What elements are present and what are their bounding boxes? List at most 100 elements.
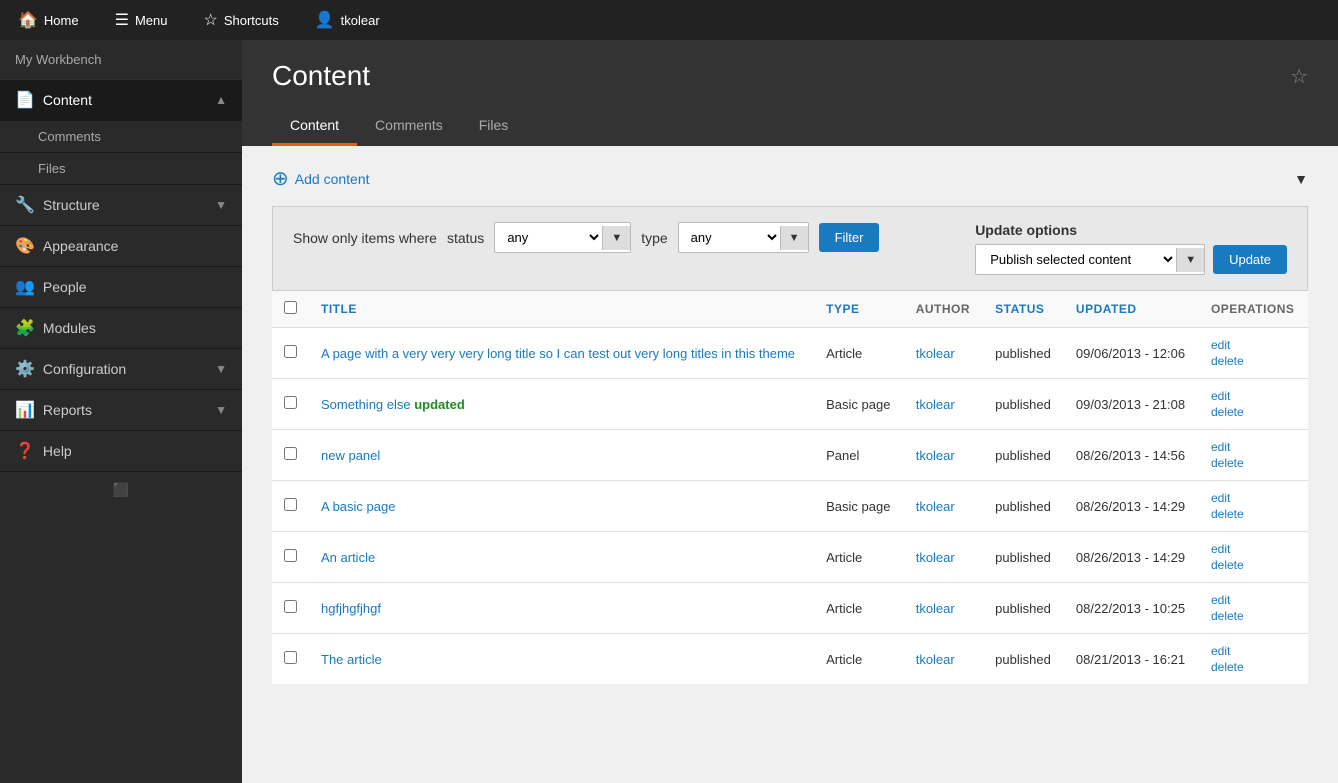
- sidebar-structure-label: Structure: [43, 197, 100, 213]
- th-author: AUTHOR: [904, 291, 983, 328]
- sidebar-item-people[interactable]: 👥 People: [0, 267, 242, 308]
- sidebar-sub-files[interactable]: Files: [0, 153, 242, 185]
- row-delete-link[interactable]: delete: [1211, 507, 1296, 521]
- row-title-link[interactable]: new panel: [321, 448, 380, 463]
- sidebar-item-structure[interactable]: 🔧 Structure ▼: [0, 185, 242, 226]
- sidebar-sub-comments[interactable]: Comments: [0, 121, 242, 153]
- row-delete-link[interactable]: delete: [1211, 405, 1296, 419]
- update-select[interactable]: Publish selected content Unpublish selec…: [976, 245, 1176, 274]
- row-edit-link[interactable]: edit: [1211, 644, 1296, 658]
- row-title-link[interactable]: A basic page: [321, 499, 395, 514]
- people-icon: 👥: [15, 277, 35, 297]
- row-checkbox-cell: [272, 583, 309, 634]
- sidebar-item-reports[interactable]: 📊 Reports ▼: [0, 390, 242, 431]
- sidebar-collapse-btn[interactable]: ⬛: [0, 472, 242, 508]
- nav-shortcuts[interactable]: ☆ Shortcuts: [195, 6, 286, 34]
- filter-button[interactable]: Filter: [819, 223, 880, 252]
- row-delete-link[interactable]: delete: [1211, 456, 1296, 470]
- row-edit-link[interactable]: edit: [1211, 440, 1296, 454]
- row-type-cell: Article: [814, 583, 904, 634]
- row-delete-link[interactable]: delete: [1211, 354, 1296, 368]
- nav-home[interactable]: 🏠 Home: [10, 6, 87, 34]
- bookmark-icon[interactable]: ☆: [1290, 64, 1308, 89]
- row-checkbox[interactable]: [284, 447, 297, 460]
- add-content-button[interactable]: ⊕ Add content: [272, 166, 370, 191]
- sidebar-item-modules[interactable]: 🧩 Modules: [0, 308, 242, 349]
- menu-icon: ☰: [115, 10, 129, 30]
- row-checkbox[interactable]: [284, 549, 297, 562]
- row-edit-link[interactable]: edit: [1211, 338, 1296, 352]
- dropdown-arrow-button[interactable]: ▼: [1294, 171, 1308, 187]
- row-edit-link[interactable]: edit: [1211, 389, 1296, 403]
- row-operations-cell: edit delete: [1199, 430, 1308, 481]
- row-author-link[interactable]: tkolear: [916, 550, 955, 565]
- row-title-link[interactable]: Something else: [321, 397, 411, 412]
- row-checkbox[interactable]: [284, 498, 297, 511]
- row-edit-link[interactable]: edit: [1211, 542, 1296, 556]
- tab-files[interactable]: Files: [461, 107, 527, 146]
- row-delete-link[interactable]: delete: [1211, 558, 1296, 572]
- tab-comments[interactable]: Comments: [357, 107, 461, 146]
- chevron-down-icon: ▲: [215, 93, 227, 107]
- sidebar-item-content[interactable]: 📄 Content ▲: [0, 80, 242, 121]
- type-select[interactable]: any Article Basic page Panel: [679, 223, 780, 252]
- top-navigation: 🏠 Home ☰ Menu ☆ Shortcuts 👤 tkolear: [0, 0, 1338, 40]
- type-label: type: [641, 230, 667, 246]
- row-checkbox[interactable]: [284, 396, 297, 409]
- row-author-link[interactable]: tkolear: [916, 601, 955, 616]
- row-checkbox-cell: [272, 634, 309, 685]
- sidebar-item-configuration[interactable]: ⚙️ Configuration ▼: [0, 349, 242, 390]
- table-row: A basic pageBasic pagetkolearpublished08…: [272, 481, 1308, 532]
- row-title-link[interactable]: hgfjhgfjhgf: [321, 601, 381, 616]
- reports-icon: 📊: [15, 400, 35, 420]
- row-type-cell: Basic page: [814, 481, 904, 532]
- sidebar-appearance-label: Appearance: [43, 238, 119, 254]
- row-type-cell: Basic page: [814, 379, 904, 430]
- table-row: hgfjhgfjhgfArticletkolearpublished08/22/…: [272, 583, 1308, 634]
- row-author-link[interactable]: tkolear: [916, 397, 955, 412]
- table-row: An articleArticletkolearpublished08/26/2…: [272, 532, 1308, 583]
- plus-circle-icon: ⊕: [272, 166, 289, 191]
- status-select[interactable]: any published unpublished: [495, 223, 602, 252]
- row-author-link[interactable]: tkolear: [916, 448, 955, 463]
- sidebar-item-workbench[interactable]: My Workbench: [0, 40, 242, 80]
- row-checkbox[interactable]: [284, 600, 297, 613]
- update-badge: updated: [411, 397, 465, 412]
- row-title-cell: The article: [309, 634, 814, 685]
- row-checkbox[interactable]: [284, 651, 297, 664]
- row-author-link[interactable]: tkolear: [916, 346, 955, 361]
- user-label: tkolear: [341, 13, 380, 28]
- row-title-cell: A basic page: [309, 481, 814, 532]
- row-title-cell: Something else updated: [309, 379, 814, 430]
- th-checkbox: [272, 291, 309, 328]
- nav-user[interactable]: 👤 tkolear: [307, 6, 388, 34]
- row-delete-link[interactable]: delete: [1211, 609, 1296, 623]
- row-title-link[interactable]: The article: [321, 652, 382, 667]
- row-checkbox[interactable]: [284, 345, 297, 358]
- row-title-cell: new panel: [309, 430, 814, 481]
- update-select-arrow: ▼: [1176, 248, 1204, 272]
- main-panel: Content ☆ Content Comments Files ⊕ Add c…: [242, 40, 1338, 783]
- row-delete-link[interactable]: delete: [1211, 660, 1296, 674]
- row-author-link[interactable]: tkolear: [916, 499, 955, 514]
- content-table: TITLE TYPE AUTHOR STATUS UPDATED OPERATI…: [272, 291, 1308, 684]
- sidebar-people-label: People: [43, 279, 87, 295]
- update-button[interactable]: Update: [1213, 245, 1287, 274]
- tab-content[interactable]: Content: [272, 107, 357, 146]
- row-edit-link[interactable]: edit: [1211, 491, 1296, 505]
- sidebar-item-help[interactable]: ❓ Help: [0, 431, 242, 472]
- row-updated-cell: 08/26/2013 - 14:29: [1064, 532, 1199, 583]
- row-title-link[interactable]: A page with a very very very long title …: [321, 346, 795, 361]
- help-icon: ❓: [15, 441, 35, 461]
- update-options-label: Update options: [975, 222, 1077, 238]
- show-items-label: Show only items where: [293, 230, 437, 246]
- row-status-cell: published: [983, 481, 1064, 532]
- row-edit-link[interactable]: edit: [1211, 593, 1296, 607]
- update-select-wrapper: Publish selected content Unpublish selec…: [975, 244, 1205, 275]
- row-author-cell: tkolear: [904, 481, 983, 532]
- row-title-link[interactable]: An article: [321, 550, 375, 565]
- row-author-link[interactable]: tkolear: [916, 652, 955, 667]
- sidebar-item-appearance[interactable]: 🎨 Appearance: [0, 226, 242, 267]
- select-all-checkbox[interactable]: [284, 301, 297, 314]
- nav-menu[interactable]: ☰ Menu: [107, 6, 176, 34]
